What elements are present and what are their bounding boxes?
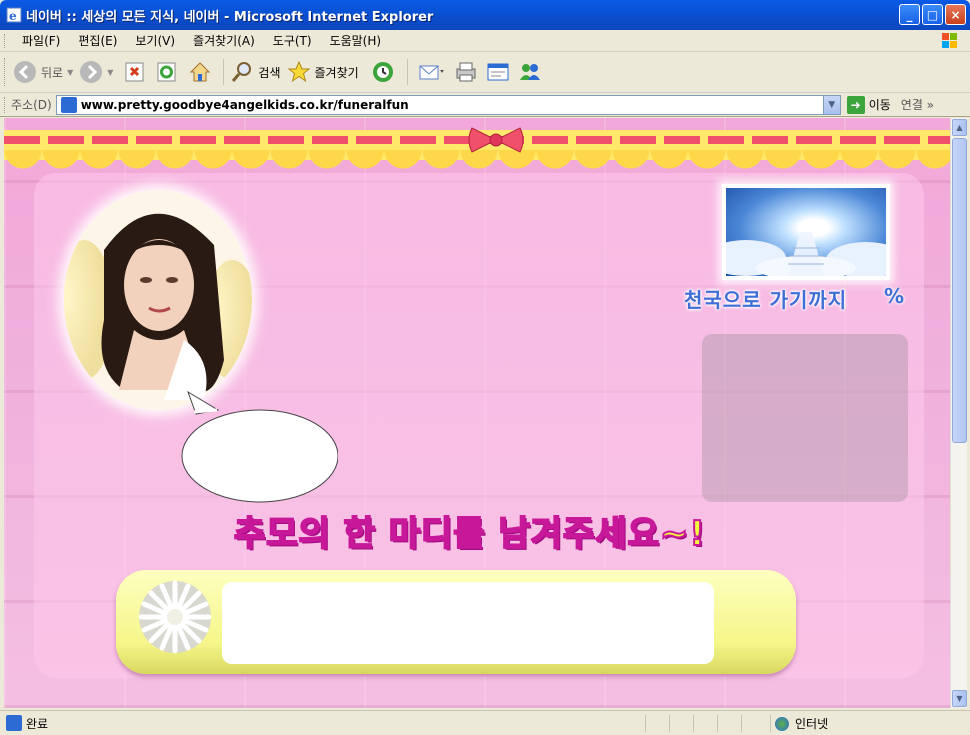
toolbar-separator xyxy=(406,59,408,85)
home-icon[interactable] xyxy=(188,60,212,84)
go-button[interactable]: ➜ 이동 xyxy=(846,95,891,114)
go-arrow-icon: ➜ xyxy=(846,95,865,114)
print-icon[interactable] xyxy=(454,60,478,84)
memorial-message-input[interactable] xyxy=(222,582,714,664)
windows-logo-icon xyxy=(942,33,957,48)
forward-button[interactable]: ▼ xyxy=(79,60,113,84)
go-label: 이동 xyxy=(868,98,891,112)
status-bar: 완료 인터넷 xyxy=(0,710,970,735)
forward-dropdown-icon[interactable]: ▼ xyxy=(107,68,113,77)
links-toolbar[interactable]: 연결 » xyxy=(901,96,934,113)
address-label: 주소(D) xyxy=(11,98,52,112)
menu-grip xyxy=(4,33,7,48)
status-panel xyxy=(717,715,741,732)
status-text: 완료 xyxy=(26,716,49,731)
address-bar: 주소(D) www.pretty.goodbye4angelkids.co.kr… xyxy=(0,93,970,117)
scroll-down-button[interactable]: ▼ xyxy=(952,690,967,707)
top-decoration xyxy=(4,118,950,176)
portrait-image xyxy=(64,190,252,410)
zone-label: 인터넷 xyxy=(795,717,829,731)
page-content: 천국으로 가기까지 % 추모의 한 마디를 남겨주세요~! xyxy=(4,118,950,708)
forward-arrow-icon xyxy=(80,61,103,83)
page-favicon-icon xyxy=(60,96,77,113)
favorites-star-icon xyxy=(287,60,310,83)
back-dropdown-icon[interactable]: ▼ xyxy=(67,68,73,77)
memorial-portrait xyxy=(64,190,252,410)
menu-tools[interactable]: 도구(T) xyxy=(264,32,321,49)
window-title: 네이버 :: 세상의 모든 지식, 네이버 - Microsoft Intern… xyxy=(26,9,434,25)
stop-icon[interactable] xyxy=(124,61,146,83)
speech-bubble xyxy=(181,390,338,503)
favorites-button[interactable]: 즐겨찾기 xyxy=(287,60,359,84)
minimize-button[interactable]: _ xyxy=(899,4,920,25)
back-button[interactable]: 뒤로 ▼ xyxy=(13,60,73,84)
memorial-headline: 추모의 한 마디를 남겨주세요~! xyxy=(233,513,706,555)
internet-globe-icon xyxy=(775,716,789,731)
toolbar-grip xyxy=(4,58,7,86)
ie-page-icon: e xyxy=(6,7,22,23)
bow-icon xyxy=(468,127,524,153)
security-zone: 인터넷 xyxy=(770,715,828,732)
refresh-icon[interactable] xyxy=(156,61,178,83)
status-panel xyxy=(669,715,693,732)
search-button[interactable]: 검색 xyxy=(230,60,281,84)
address-grip xyxy=(4,96,7,113)
scroll-thumb[interactable] xyxy=(952,138,967,443)
status-panel xyxy=(645,715,669,732)
page-status-icon xyxy=(6,715,22,731)
search-label: 검색 xyxy=(258,65,281,80)
menu-view[interactable]: 보기(V) xyxy=(126,32,184,49)
heaven-percent: % xyxy=(884,284,905,308)
history-icon[interactable] xyxy=(371,60,395,84)
menu-favorites[interactable]: 즐겨찾기(A) xyxy=(184,32,264,49)
mail-icon[interactable] xyxy=(418,60,446,84)
status-panel xyxy=(741,715,765,732)
menu-file[interactable]: 파일(F) xyxy=(13,32,69,49)
heaven-image xyxy=(722,184,890,280)
svg-text:e: e xyxy=(9,9,17,23)
address-field[interactable]: www.pretty.goodbye4angelkids.co.kr/funer… xyxy=(55,94,841,115)
search-magnifier-icon xyxy=(232,62,252,82)
toolbar-separator xyxy=(223,59,225,85)
messenger-icon[interactable] xyxy=(518,60,542,84)
chrysanthemum-icon xyxy=(138,580,212,654)
menu-bar: 파일(F) 편집(E) 보기(V) 즐겨찾기(A) 도구(T) 도움말(H) xyxy=(0,30,970,52)
favorites-label: 즐겨찾기 xyxy=(314,65,359,80)
heaven-clouds-image xyxy=(726,232,886,276)
close-button[interactable]: × xyxy=(945,4,966,25)
scroll-up-button[interactable]: ▲ xyxy=(952,119,967,136)
candle-display-area xyxy=(702,334,908,502)
menu-help[interactable]: 도움말(H) xyxy=(321,32,391,49)
address-url[interactable]: www.pretty.goodbye4angelkids.co.kr/funer… xyxy=(81,98,409,112)
status-panel xyxy=(693,715,717,732)
edit-page-icon[interactable] xyxy=(486,60,510,84)
maximize-button[interactable]: □ xyxy=(922,4,943,25)
heaven-caption: 천국으로 가기까지 xyxy=(684,288,848,312)
back-arrow-icon xyxy=(14,61,36,83)
vertical-scrollbar[interactable]: ▲ ▼ xyxy=(950,118,967,708)
menu-edit[interactable]: 편집(E) xyxy=(69,32,126,49)
address-dropdown-icon[interactable]: ▼ xyxy=(822,95,840,114)
status-panels xyxy=(645,715,765,732)
back-label: 뒤로 xyxy=(41,65,64,80)
standard-toolbar: 뒤로 ▼ ▼ 검색 즐겨찾기 xyxy=(0,52,970,93)
window-title-bar[interactable]: e 네이버 :: 세상의 모든 지식, 네이버 - Microsoft Inte… xyxy=(0,0,970,30)
